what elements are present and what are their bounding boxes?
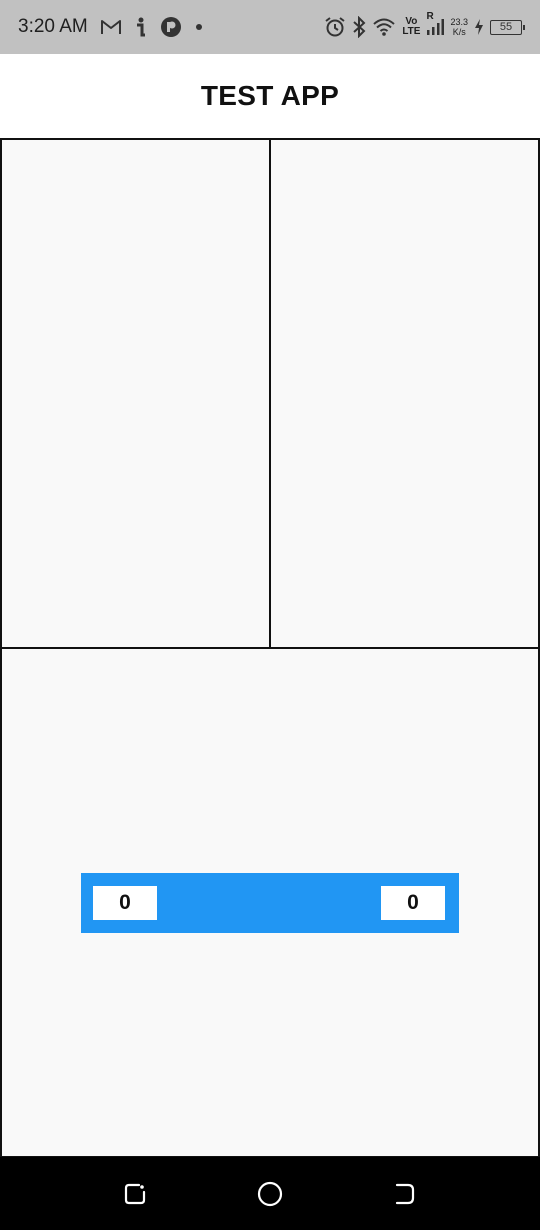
left-score: 0 [93, 886, 157, 920]
top-right-panel[interactable] [269, 138, 540, 649]
app-notification-icon [160, 16, 182, 38]
signal-icon: R [426, 12, 445, 36]
back-icon[interactable] [389, 1179, 419, 1209]
roaming-label: R [426, 11, 434, 22]
lte-label: LTE [402, 26, 421, 37]
recents-icon[interactable] [120, 1179, 150, 1209]
app-bar: TEST APP [0, 54, 540, 138]
alarm-icon [324, 16, 346, 38]
more-notifications-dot-icon [194, 22, 204, 32]
home-icon[interactable] [255, 1179, 285, 1209]
app-title: TEST APP [200, 80, 340, 111]
status-time: 3:20 AM [18, 16, 88, 37]
volte-indicator: Vo LTE [402, 17, 420, 37]
right-score: 0 [381, 886, 445, 920]
charging-icon [474, 19, 484, 35]
status-bar: 3:20 AM Vo LTE R 23.3 K/s 55 [0, 0, 540, 54]
score-bar: 0 0 [81, 873, 459, 933]
network-speed-unit: K/s [452, 27, 466, 37]
navigation-bar [0, 1157, 540, 1230]
network-speed-value: 23.3 [450, 17, 468, 27]
bluetooth-icon [352, 16, 366, 38]
info-icon [134, 16, 148, 38]
wifi-icon [372, 17, 396, 37]
battery-level: 55 [499, 20, 513, 33]
battery-icon: 55 [490, 19, 525, 35]
network-speed: 23.3 K/s [450, 17, 468, 37]
top-left-panel[interactable] [0, 138, 271, 649]
gmail-icon [100, 18, 122, 36]
